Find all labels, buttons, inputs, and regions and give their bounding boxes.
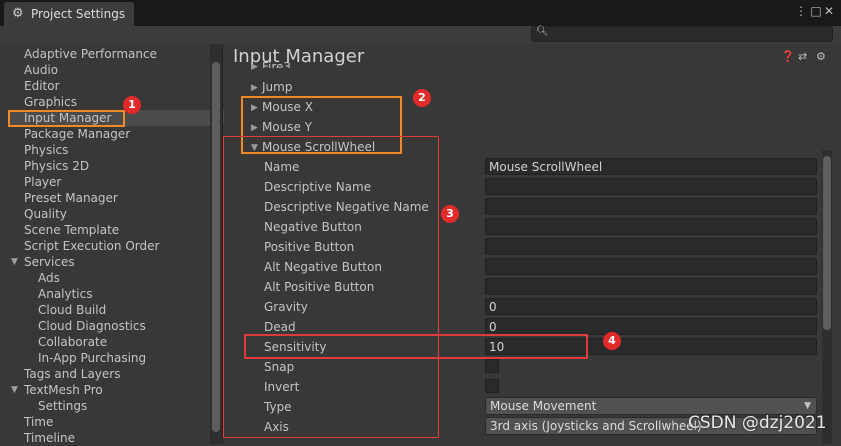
window-title: Project Settings — [31, 7, 126, 21]
sidebar-item-label: Audio — [24, 63, 59, 77]
sidebar-item-collaborate[interactable]: Collaborate — [8, 334, 238, 350]
name-field[interactable]: Mouse ScrollWheel — [485, 158, 817, 175]
content-scrollbar[interactable] — [822, 150, 832, 444]
annotation-marker-4: 4 — [603, 332, 621, 350]
sidebar-item-ads[interactable]: Ads — [8, 270, 238, 286]
sidebar-item-scene-template[interactable]: Scene Template — [8, 222, 224, 238]
alt-positive-button-field[interactable] — [485, 278, 817, 295]
help-icon[interactable]: ❓ — [781, 50, 795, 63]
gravity-field[interactable]: 0 — [485, 298, 817, 315]
descriptive-negative-name-field[interactable] — [485, 198, 817, 215]
type-dropdown-value: Mouse Movement — [490, 399, 597, 413]
sidebar-item-label: Adaptive Performance — [24, 47, 157, 61]
preset-icon[interactable]: ⇄ — [798, 50, 807, 63]
sidebar-item-editor[interactable]: Editor — [8, 78, 224, 94]
search-input[interactable]: 🔍︎ — [531, 26, 833, 42]
sidebar-item-package-manager[interactable]: Package Manager — [8, 126, 224, 142]
axis-dropdown-value: 3rd axis (Joysticks and Scrollwheel) — [490, 419, 702, 433]
sidebar-scrollbar[interactable] — [210, 44, 222, 444]
sidebar-item-preset-manager[interactable]: Preset Manager — [8, 190, 224, 206]
sidebar-item-quality[interactable]: Quality — [8, 206, 224, 222]
descriptive-name-field[interactable] — [485, 178, 817, 195]
sidebar-item-physics[interactable]: Physics — [8, 142, 224, 158]
sidebar-item-label: Cloud Diagnostics — [38, 319, 146, 333]
sidebar-scroll-thumb[interactable] — [212, 62, 220, 432]
invert-checkbox[interactable] — [485, 379, 499, 393]
sidebar-item-label: Tags and Layers — [24, 367, 121, 381]
highlight-box-sensitivity — [244, 334, 588, 359]
sidebar-item-label: Player — [24, 175, 62, 189]
sidebar-item-label: Settings — [38, 399, 88, 413]
sidebar-item-time[interactable]: Time — [8, 414, 224, 430]
sidebar-item-label: Ads — [38, 271, 60, 285]
positive-button-field[interactable] — [485, 238, 817, 255]
sidebar-item-analytics[interactable]: Analytics — [8, 286, 238, 302]
sidebar-item-label: Quality — [24, 207, 67, 221]
sidebar-item-label: Analytics — [38, 287, 93, 301]
sidebar-item-cloud-build[interactable]: Cloud Build — [8, 302, 238, 318]
annotation-marker-3: 3 — [441, 205, 459, 223]
sidebar-item-services[interactable]: ▼ Services — [8, 254, 224, 270]
gear-icon: ⚙ — [12, 6, 24, 21]
chevron-right-icon[interactable]: ▶ — [251, 83, 258, 93]
content-scroll-thumb[interactable] — [823, 156, 831, 330]
sidebar-item-in-app-purchasing[interactable]: In-App Purchasing — [8, 350, 238, 366]
sidebar-item-cloud-diagnostics[interactable]: Cloud Diagnostics — [8, 318, 238, 334]
sidebar-item-player[interactable]: Player — [8, 174, 224, 190]
sidebar-item-label: Preset Manager — [24, 191, 118, 205]
title-bar: ⚙ Project Settings ⋮ □ ✕ — [0, 0, 841, 26]
negative-button-field[interactable] — [485, 218, 817, 235]
chevron-right-icon[interactable]: ▶ — [251, 62, 258, 72]
sidebar-item-script-execution-order[interactable]: Script Execution Order — [8, 238, 224, 254]
sidebar-item-audio[interactable]: Audio — [8, 62, 224, 78]
axis-item-fire3[interactable]: Fire3 — [262, 60, 291, 68]
kebab-icon[interactable]: ⋮ — [794, 4, 808, 18]
settings-sidebar: Adaptive Performance Audio Editor Graphi… — [8, 44, 224, 445]
sidebar-item-label: Collaborate — [38, 335, 108, 349]
sidebar-item-physics-2d[interactable]: Physics 2D — [8, 158, 224, 174]
sidebar-item-label: Editor — [24, 79, 60, 93]
sidebar-item-graphics[interactable]: Graphics — [8, 94, 224, 110]
sidebar-item-label: Package Manager — [24, 127, 131, 141]
sidebar-item-tags-and-layers[interactable]: Tags and Layers — [8, 366, 224, 382]
sidebar-item-label: Physics — [24, 143, 69, 157]
sidebar-item-label: In-App Purchasing — [38, 351, 147, 365]
sidebar-item-label: Script Execution Order — [24, 239, 160, 253]
chevron-down-icon: ▼ — [804, 401, 811, 411]
dead-field[interactable]: 0 — [485, 318, 817, 335]
sidebar-item-adaptive-performance[interactable]: Adaptive Performance — [8, 46, 224, 62]
sidebar-item-label: Time — [24, 415, 54, 429]
maximize-icon[interactable]: □ — [809, 4, 823, 18]
sidebar-item-textmesh-pro[interactable]: ▼ TextMesh Pro — [8, 382, 224, 398]
snap-checkbox[interactable] — [485, 359, 499, 373]
sidebar-item-label: Services — [24, 255, 75, 269]
settings-icon[interactable]: ⚙ — [816, 50, 826, 63]
highlight-box-input-manager — [8, 110, 125, 127]
sidebar-item-label: Physics 2D — [24, 159, 90, 173]
search-icon: 🔍︎ — [536, 26, 549, 37]
sidebar-item-label: TextMesh Pro — [24, 383, 103, 397]
annotation-marker-2: 2 — [413, 89, 431, 107]
sidebar-item-settings[interactable]: Settings — [8, 398, 238, 414]
sidebar-item-label: Cloud Build — [38, 303, 107, 317]
close-icon[interactable]: ✕ — [822, 4, 836, 18]
alt-negative-button-field[interactable] — [485, 258, 817, 275]
axis-item-jump[interactable]: Jump — [262, 80, 292, 94]
chevron-down-icon[interactable]: ▼ — [11, 382, 18, 398]
highlight-box-scrollwheel-props — [223, 136, 439, 438]
chevron-down-icon[interactable]: ▼ — [11, 254, 18, 270]
sidebar-item-label: Timeline — [24, 431, 76, 445]
sidebar-item-label: Scene Template — [24, 223, 120, 237]
sidebar-item-label: Graphics — [24, 95, 77, 109]
window-tab[interactable]: ⚙ Project Settings — [4, 2, 134, 26]
watermark: CSDN @dzj2021 — [688, 413, 827, 433]
annotation-marker-1: 1 — [123, 96, 141, 114]
